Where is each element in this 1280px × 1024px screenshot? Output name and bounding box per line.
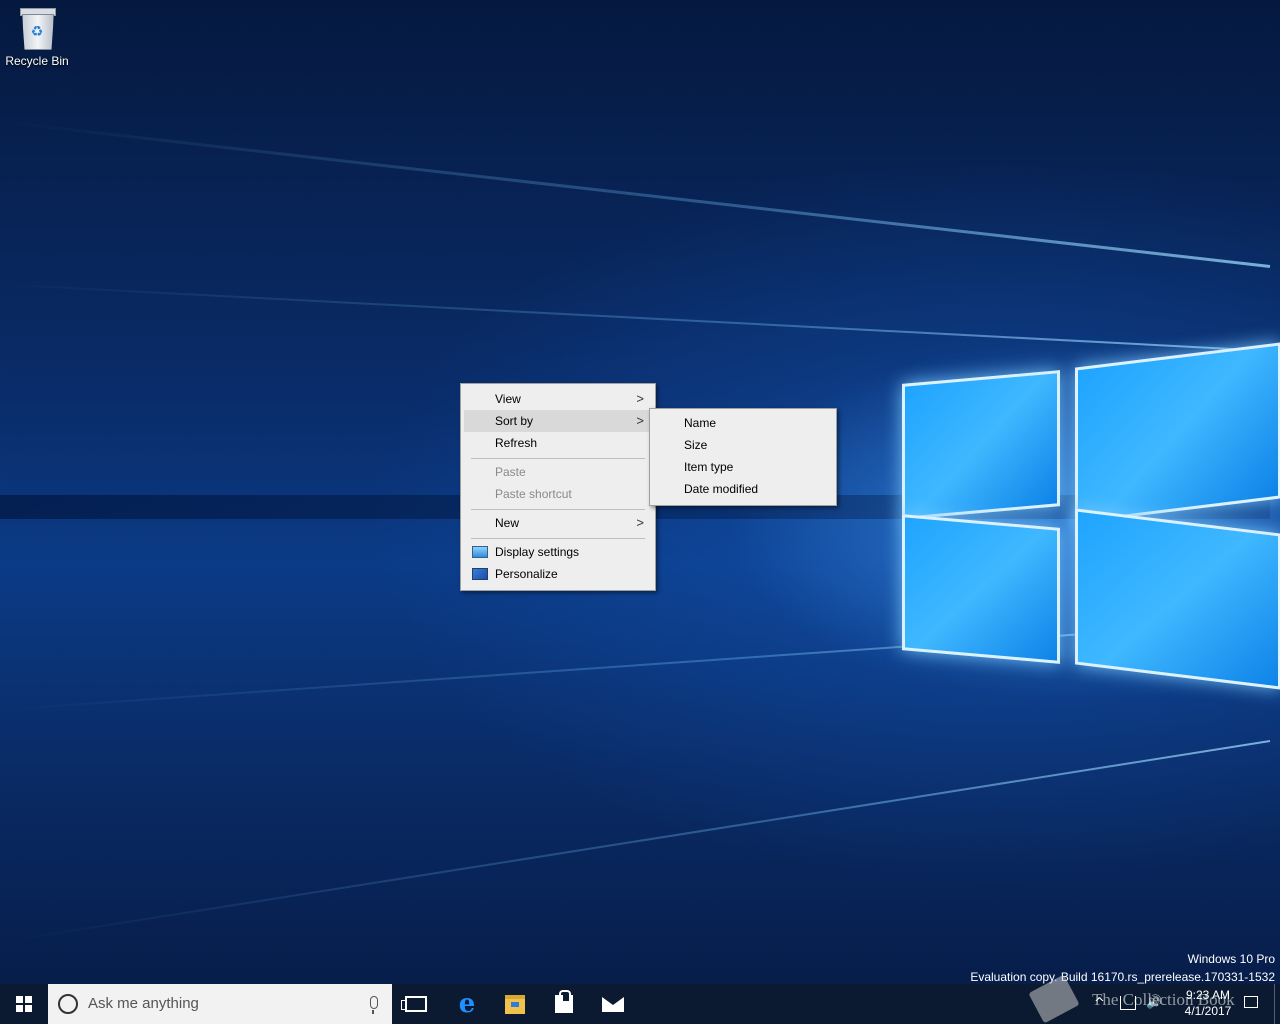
build-watermark: Windows 10 Pro Evaluation copy. Build 16… <box>970 950 1275 986</box>
windows-start-icon <box>16 996 32 1012</box>
menu-item-label: Item type <box>684 460 734 474</box>
show-desktop-button[interactable] <box>1274 984 1280 1024</box>
menu-item-label: Date modified <box>684 482 759 496</box>
menu-item-label: Paste <box>495 465 526 479</box>
network-icon[interactable] <box>1120 996 1136 1010</box>
system-tray: ^ 🔊 9:23 AM 4/1/2017 <box>1090 984 1280 1024</box>
edge-button[interactable]: e <box>443 984 491 1024</box>
desktop-context-menu: View > Sort by > Refresh Paste Paste sho… <box>460 383 656 591</box>
submenu-item-date-modified[interactable]: Date modified <box>653 478 833 500</box>
cortana-icon <box>58 994 78 1014</box>
menu-item-display-settings[interactable]: Display settings <box>464 541 652 563</box>
submenu-item-size[interactable]: Size <box>653 434 833 456</box>
personalize-icon <box>472 568 488 580</box>
menu-item-sort-by[interactable]: Sort by > <box>464 410 652 432</box>
store-icon <box>555 990 573 1013</box>
windows-logo-wallpaper <box>895 325 1280 705</box>
light-beam <box>15 740 1271 941</box>
store-button[interactable] <box>540 984 588 1024</box>
edge-icon: e <box>458 989 476 1019</box>
submenu-item-item-type[interactable]: Item type <box>653 456 833 478</box>
menu-item-view[interactable]: View > <box>464 388 652 410</box>
show-hidden-icons-icon[interactable]: ^ <box>1094 996 1105 1011</box>
menu-item-paste[interactable]: Paste <box>464 461 652 483</box>
search-placeholder: Ask me anything <box>88 995 199 1012</box>
menu-separator <box>471 458 645 459</box>
logo-pane <box>1075 508 1280 690</box>
file-explorer-icon <box>505 994 525 1014</box>
action-center-icon[interactable] <box>1244 996 1258 1008</box>
microphone-icon[interactable] <box>370 996 378 1014</box>
recycle-bin-icon: ♻ <box>18 6 56 50</box>
menu-item-new[interactable]: New > <box>464 512 652 534</box>
menu-item-paste-shortcut[interactable]: Paste shortcut <box>464 483 652 505</box>
clock[interactable]: 9:23 AM 4/1/2017 <box>1170 987 1246 1019</box>
logo-pane <box>902 370 1060 520</box>
menu-item-label: View <box>495 392 521 406</box>
mail-button[interactable] <box>589 984 637 1024</box>
task-view-button[interactable] <box>392 984 440 1024</box>
menu-item-label: Personalize <box>495 567 558 581</box>
taskbar: Ask me anything e ^ 🔊 9:23 AM 4/1/2017 <box>0 984 1280 1024</box>
display-settings-icon <box>472 546 488 558</box>
mail-icon <box>602 996 624 1012</box>
menu-item-label: Paste shortcut <box>495 487 572 501</box>
menu-item-label: Sort by <box>495 414 534 428</box>
chevron-right-icon: > <box>636 413 644 428</box>
chevron-right-icon: > <box>636 515 644 530</box>
desktop-icon-recycle-bin[interactable]: ♻ Recycle Bin <box>4 6 70 68</box>
menu-item-label: Size <box>684 438 708 452</box>
sort-by-submenu: Name Size Item type Date modified <box>649 408 837 506</box>
chevron-right-icon: > <box>636 391 644 406</box>
clock-time: 9:23 AM <box>1185 988 1231 1002</box>
menu-item-label: New <box>495 516 520 530</box>
logo-pane <box>902 514 1060 664</box>
menu-item-label: Display settings <box>495 545 580 559</box>
start-button[interactable] <box>0 984 48 1024</box>
desktop-icon-label: Recycle Bin <box>5 54 69 68</box>
logo-pane <box>1075 342 1280 524</box>
menu-item-label: Refresh <box>495 436 538 450</box>
light-beam <box>7 121 1271 268</box>
cortana-search-box[interactable]: Ask me anything <box>48 984 392 1024</box>
task-view-icon <box>401 996 427 1012</box>
menu-item-label: Name <box>684 416 717 430</box>
menu-separator <box>471 509 645 510</box>
volume-icon[interactable]: 🔊 <box>1146 995 1162 1010</box>
menu-separator <box>471 538 645 539</box>
clock-date: 4/1/2017 <box>1184 1004 1232 1018</box>
menu-item-refresh[interactable]: Refresh <box>464 432 652 454</box>
menu-item-personalize[interactable]: Personalize <box>464 563 652 585</box>
submenu-item-name[interactable]: Name <box>653 412 833 434</box>
file-explorer-button[interactable] <box>491 984 539 1024</box>
watermark-edition: Windows 10 Pro <box>1187 952 1275 966</box>
